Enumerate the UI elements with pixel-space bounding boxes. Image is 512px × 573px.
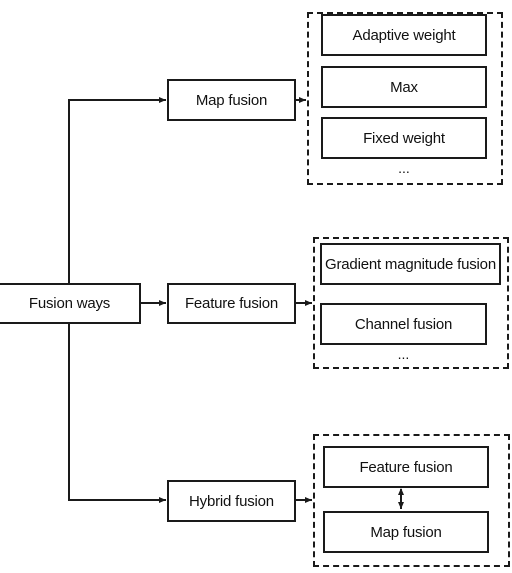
method-gradient-magnitude-fusion: Gradient magnitude fusion [320,243,501,285]
branch-feature-fusion: Feature fusion [167,283,296,324]
root-fusion-ways: Fusion ways [0,283,141,324]
branch-hybrid-fusion: Hybrid fusion [167,480,296,522]
component-map-fusion: Map fusion [323,511,489,553]
method-channel-fusion: Channel fusion [320,303,487,345]
method-max: Max [321,66,487,108]
method-adaptive-weight: Adaptive weight [321,14,487,56]
more-ellipsis: ... [397,346,410,362]
method-fixed-weight: Fixed weight [321,117,487,159]
component-feature-fusion: Feature fusion [323,446,489,488]
branch-map-fusion: Map fusion [167,79,296,121]
more-ellipsis: ... [398,160,410,176]
